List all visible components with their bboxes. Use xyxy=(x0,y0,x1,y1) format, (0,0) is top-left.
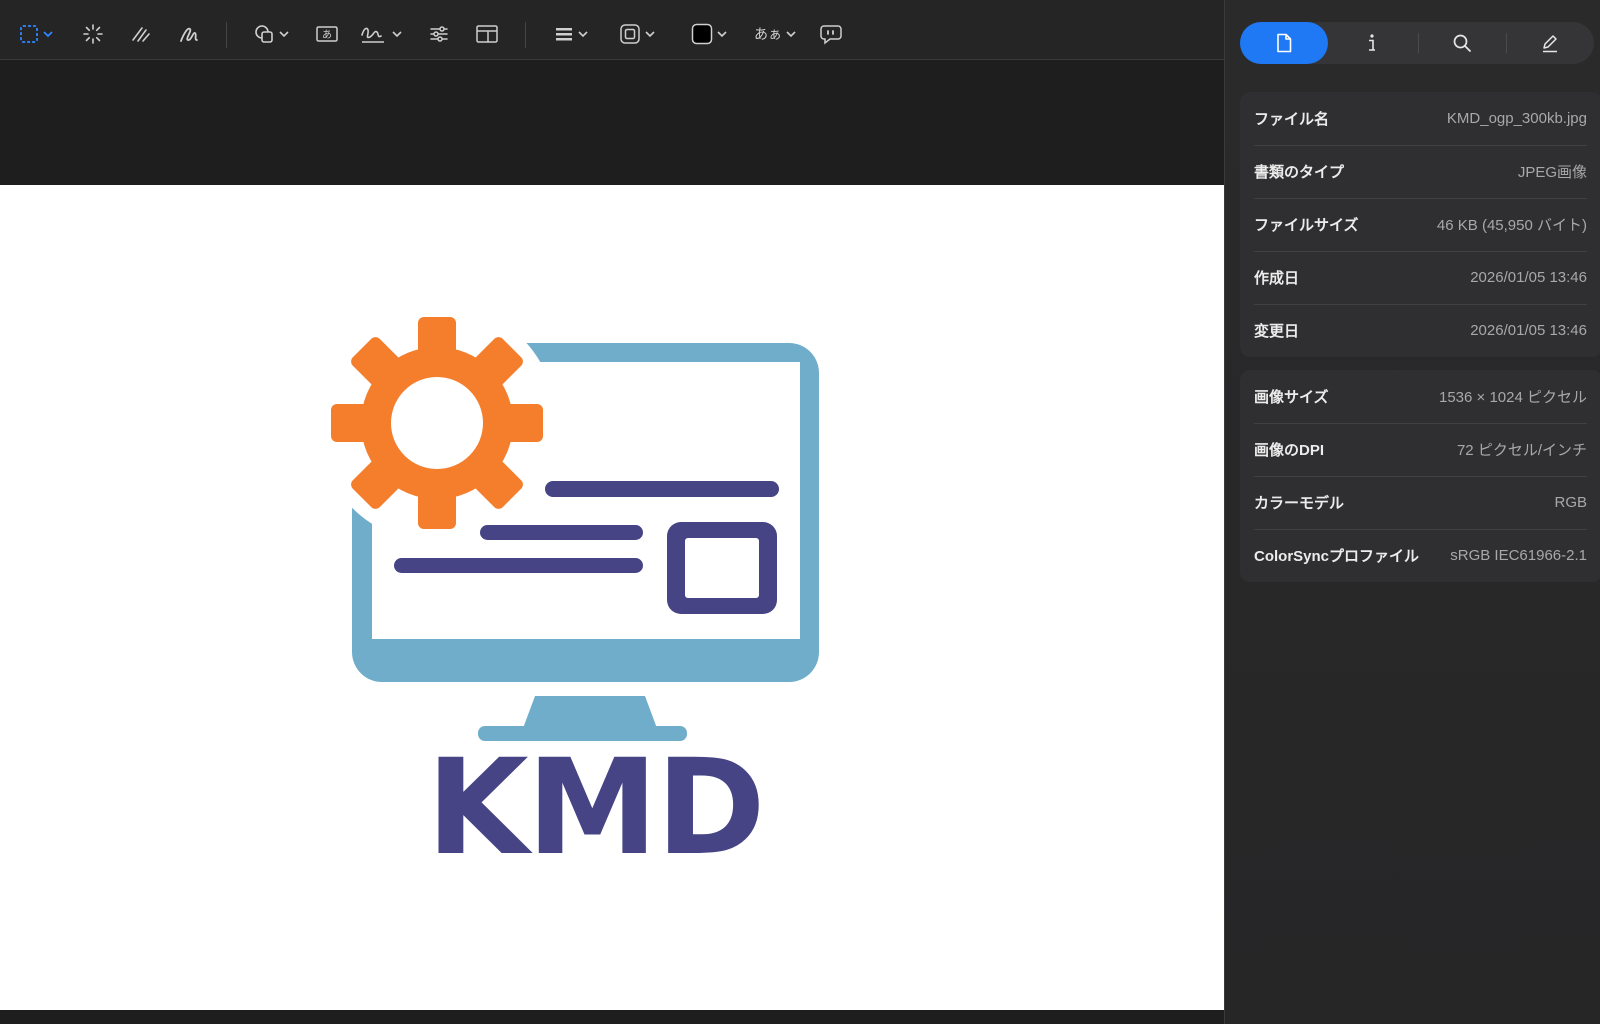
chevron-down-icon xyxy=(578,31,588,38)
speech-bubble-icon xyxy=(820,25,842,45)
info-value: RGB xyxy=(1554,494,1587,511)
tab-file[interactable] xyxy=(1240,22,1328,64)
info-value: JPEG画像 xyxy=(1517,164,1587,181)
info-label: ファイル名 xyxy=(1254,111,1330,128)
image-view[interactable]: KMD xyxy=(0,185,1224,1010)
shape-style-button[interactable] xyxy=(550,17,592,51)
tab-info[interactable] xyxy=(1328,22,1416,64)
fill-color-icon xyxy=(691,23,713,45)
text-box-button[interactable]: あ xyxy=(314,17,340,51)
signature-icon xyxy=(361,27,384,43)
info-label: 作成日 xyxy=(1254,270,1300,287)
logo-text: KMD xyxy=(426,731,765,885)
resize-icon xyxy=(476,25,498,43)
comment-button[interactable] xyxy=(818,17,844,51)
info-label: 画像のDPI xyxy=(1254,442,1325,459)
sign-button[interactable] xyxy=(360,17,402,51)
info-row-file-size: ファイルサイズ 46 KB (45,950 バイト) xyxy=(1240,198,1600,251)
document-icon xyxy=(1277,33,1292,53)
tab-search[interactable] xyxy=(1418,22,1506,64)
info-row-colorsync-profile: ColorSyncプロファイル sRGB IEC61966-2.1 xyxy=(1240,529,1600,582)
info-value: 2026/01/05 13:46 xyxy=(1470,322,1587,339)
info-label: ファイルサイズ xyxy=(1254,217,1359,234)
border-color-icon xyxy=(620,24,640,44)
border-color-button[interactable] xyxy=(616,17,658,51)
info-value: 1536 × 1024 ピクセル xyxy=(1438,389,1587,406)
info-value: 72 ピクセル/インチ xyxy=(1456,442,1587,459)
chevron-down-icon xyxy=(392,31,402,38)
info-row-document-type: 書類のタイプ JPEG画像 xyxy=(1240,145,1600,198)
file-info-card: ファイル名 KMD_ogp_300kb.jpg 書類のタイプ JPEG画像 ファ… xyxy=(1240,92,1600,357)
sketch-icon xyxy=(132,27,150,42)
sliders-icon xyxy=(430,26,448,42)
tab-annotate[interactable] xyxy=(1506,22,1594,64)
shapes-icon xyxy=(255,25,273,43)
chevron-down-icon xyxy=(43,31,53,38)
chevron-down-icon xyxy=(786,31,796,38)
info-row-modified: 変更日 2026/01/05 13:46 xyxy=(1240,304,1600,357)
chevron-down-icon xyxy=(645,31,655,38)
logo-illustration xyxy=(317,303,819,741)
text-style-icon: あぁ xyxy=(754,27,782,43)
image-info-card: 画像サイズ 1536 × 1024 ピクセル 画像のDPI 72 ピクセル/イン… xyxy=(1240,370,1600,582)
info-value: 46 KB (45,950 バイト) xyxy=(1436,217,1587,234)
pen-icon xyxy=(1543,35,1557,53)
draw-icon xyxy=(180,27,198,42)
info-label: ColorSyncプロファイル xyxy=(1254,548,1420,565)
info-label: 変更日 xyxy=(1254,323,1300,340)
info-value: 2026/01/05 13:46 xyxy=(1470,269,1587,286)
info-row-color-model: カラーモデル RGB xyxy=(1240,476,1600,529)
toolbar: あ あぁ xyxy=(0,0,1224,60)
chevron-down-icon xyxy=(717,31,727,38)
gear-shape xyxy=(331,317,543,529)
info-value: sRGB IEC61966-2.1 xyxy=(1450,547,1587,564)
instant-alpha-button[interactable] xyxy=(80,17,106,51)
info-row-image-dpi: 画像のDPI 72 ピクセル/インチ xyxy=(1240,423,1600,476)
info-row-file-name: ファイル名 KMD_ogp_300kb.jpg xyxy=(1240,92,1600,145)
adjust-color-button[interactable] xyxy=(426,17,452,51)
info-row-created: 作成日 2026/01/05 13:46 xyxy=(1240,251,1600,304)
inspector-panel: ファイル名 KMD_ogp_300kb.jpg 書類のタイプ JPEG画像 ファ… xyxy=(1224,0,1600,1024)
chevron-down-icon xyxy=(279,31,289,38)
info-label: 書類のタイプ xyxy=(1254,164,1345,181)
magic-wand-icon xyxy=(83,24,103,44)
text-box-icon: あ xyxy=(316,26,338,42)
text-style-button[interactable]: あぁ xyxy=(754,17,796,51)
line-style-icon xyxy=(556,28,572,41)
info-label: カラーモデル xyxy=(1254,495,1345,512)
info-label: 画像サイズ xyxy=(1254,389,1329,406)
draw-button[interactable] xyxy=(176,17,202,51)
selection-tool-button[interactable] xyxy=(12,17,60,51)
toolbar-divider xyxy=(525,22,526,48)
info-icon xyxy=(1369,34,1375,51)
adjust-size-button[interactable] xyxy=(474,17,500,51)
sketch-button[interactable] xyxy=(128,17,154,51)
svg-text:あ: あ xyxy=(322,29,332,41)
search-icon xyxy=(1453,34,1471,52)
fill-color-button[interactable] xyxy=(688,17,730,51)
info-value: KMD_ogp_300kb.jpg xyxy=(1446,110,1587,127)
shapes-button[interactable] xyxy=(250,17,292,51)
toolbar-divider xyxy=(226,22,227,48)
rect-selection-icon xyxy=(20,25,38,43)
inspector-tabs xyxy=(1240,22,1594,64)
info-row-image-size: 画像サイズ 1536 × 1024 ピクセル xyxy=(1240,370,1600,423)
